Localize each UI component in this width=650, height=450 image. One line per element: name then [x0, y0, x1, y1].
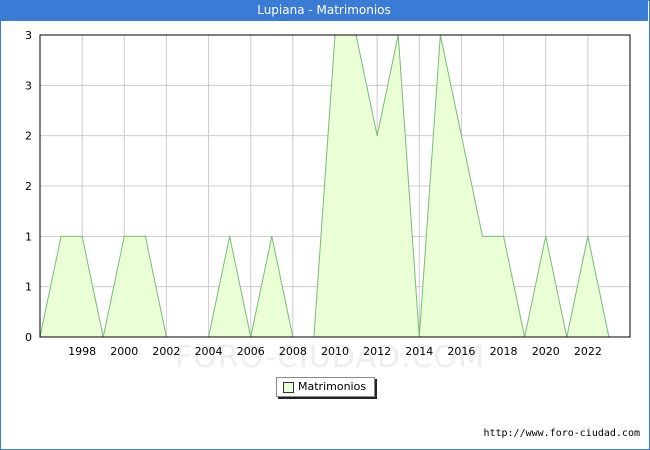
x-tick-label: 2020	[532, 345, 560, 358]
legend-swatch	[283, 382, 294, 393]
y-tick-label: 3	[25, 79, 32, 92]
x-tick-label: 2004	[195, 345, 223, 358]
data-point	[587, 235, 589, 237]
y-tick-label: 3	[25, 29, 32, 42]
data-point	[545, 235, 547, 237]
data-point	[481, 235, 484, 237]
y-tick-label: 1	[25, 230, 32, 243]
x-tick-label: 1998	[68, 345, 96, 358]
data-point	[81, 235, 83, 237]
footer-url: http://www.foro-ciudad.com	[483, 428, 640, 439]
data-point	[60, 235, 62, 237]
x-tick-label: 2014	[405, 345, 433, 358]
x-tick-label: 2008	[279, 345, 307, 358]
legend: Matrimonios	[276, 377, 375, 397]
x-axis-ticks: 1998 2000 2002 2004 2006 2008 2010 2012 2014 2016…	[68, 345, 602, 358]
data-point	[460, 135, 463, 137]
y-tick-label: 2	[25, 130, 32, 143]
y-tick-label: 0	[25, 331, 32, 344]
data-point	[271, 235, 273, 237]
x-tick-label: 2010	[321, 345, 349, 358]
y-tick-label: 1	[25, 281, 32, 294]
x-tick-label: 2022	[574, 345, 602, 358]
legend-label: Matrimonios	[298, 380, 367, 393]
y-tick-label: 2	[25, 180, 32, 193]
data-point	[144, 235, 146, 237]
x-tick-label: 2012	[363, 345, 391, 358]
data-point	[123, 235, 125, 237]
x-tick-label: 2016	[447, 345, 475, 358]
x-tick-label: 2000	[110, 345, 138, 358]
data-point	[376, 135, 378, 137]
data-point	[502, 235, 505, 237]
x-tick-label: 2018	[490, 345, 518, 358]
x-tick-label: 2006	[237, 345, 265, 358]
x-tick-label: 2002	[152, 345, 180, 358]
y-axis-ticks: 0 1 1 2 2 3 3	[25, 29, 32, 344]
data-point	[229, 235, 231, 237]
